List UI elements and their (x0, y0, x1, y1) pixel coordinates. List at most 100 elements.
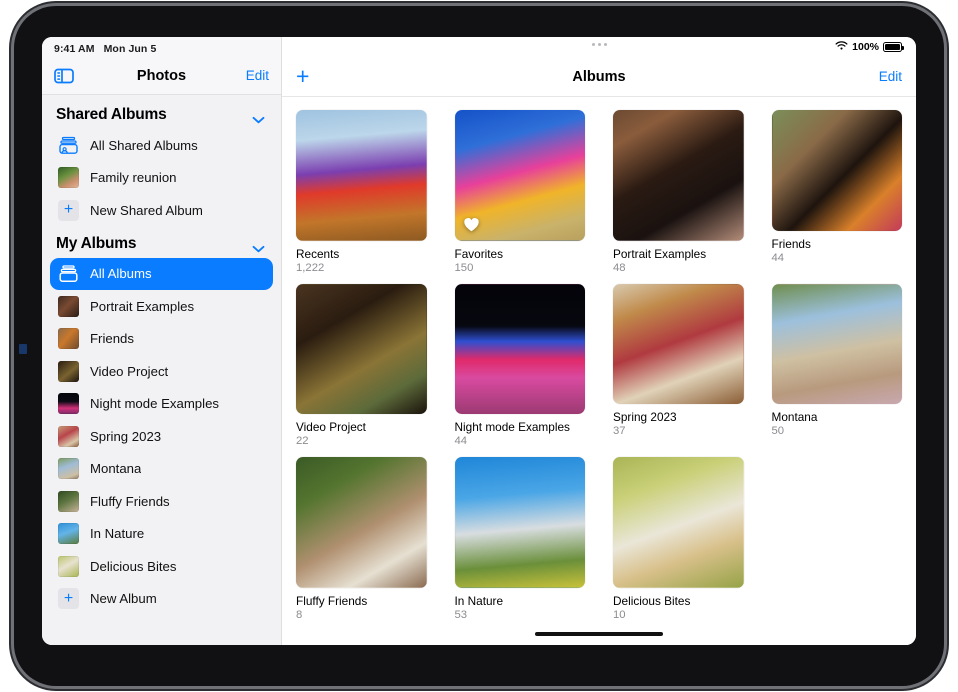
shared-albums-icon (58, 135, 79, 156)
album-thumbnail (58, 393, 79, 414)
album-cover-image[interactable] (455, 284, 586, 415)
album-card-montana[interactable]: Montana 50 (772, 284, 903, 448)
main-navbar: + Albums Edit (282, 57, 916, 97)
sidebar-item-montana[interactable]: Montana (50, 453, 273, 486)
sidebar-section-shared-albums[interactable]: Shared Albums (42, 101, 281, 129)
sidebar-section-my-albums[interactable]: My Albums (42, 230, 281, 258)
album-cover-image[interactable] (455, 457, 586, 588)
album-count: 37 (613, 425, 744, 437)
album-count: 10 (613, 609, 744, 621)
album-thumbnail (58, 556, 79, 577)
album-card-in-nature[interactable]: In Nature 53 (455, 457, 586, 621)
album-count: 22 (296, 435, 427, 447)
album-name: Spring 2023 (613, 410, 744, 424)
album-card-delicious-bites[interactable]: Delicious Bites 10 (613, 457, 744, 621)
plus-icon: + (58, 588, 79, 609)
album-thumbnail (58, 167, 79, 188)
status-time: 9:41 AM (54, 43, 95, 55)
main-title: Albums (282, 69, 916, 85)
section-title: Shared Albums (56, 106, 167, 124)
album-card-portrait-examples[interactable]: Portrait Examples 48 (613, 110, 744, 274)
sidebar-item-night-mode-examples[interactable]: Night mode Examples (50, 388, 273, 421)
album-count: 150 (455, 262, 586, 274)
ipad-screen: 9:41 AM Mon Jun 5 Photos Edit (42, 37, 916, 645)
album-count: 53 (455, 609, 586, 621)
sidebar-item-fluffy-friends[interactable]: Fluffy Friends (50, 485, 273, 518)
sidebar-item-label: Spring 2023 (90, 429, 161, 444)
sidebar-item-label: Delicious Bites (90, 559, 177, 574)
album-card-fluffy-friends[interactable]: Fluffy Friends 8 (296, 457, 427, 621)
sidebar-item-family-reunion[interactable]: Family reunion (50, 162, 273, 195)
sidebar-item-new-shared-album[interactable]: + New Shared Album (50, 194, 273, 227)
sidebar-item-portrait-examples[interactable]: Portrait Examples (50, 290, 273, 323)
album-count: 44 (772, 252, 903, 264)
album-card-night-mode-examples[interactable]: Night mode Examples 44 (455, 284, 586, 448)
album-count: 8 (296, 609, 427, 621)
battery-full-icon (883, 42, 902, 52)
sidebar-item-label: New Shared Album (90, 203, 203, 218)
home-indicator[interactable] (282, 623, 916, 645)
albums-stack-icon (58, 263, 79, 284)
heart-icon (463, 216, 480, 233)
albums-scroll-area[interactable]: Recents 1,222 Favorites 150 (282, 97, 916, 623)
sidebar-item-label: New Album (90, 591, 157, 606)
album-card-favorites[interactable]: Favorites 150 (455, 110, 586, 274)
sidebar-item-label: Night mode Examples (90, 396, 219, 411)
chevron-down-icon[interactable] (252, 240, 265, 248)
album-name: Favorites (455, 247, 586, 261)
sidebar-item-in-nature[interactable]: In Nature (50, 518, 273, 551)
sidebar-item-new-album[interactable]: + New Album (50, 583, 273, 616)
main-status-bar: 100% (282, 37, 916, 57)
sidebar-item-label: Family reunion (90, 170, 177, 185)
album-card-spring-2023[interactable]: Spring 2023 37 (613, 284, 744, 448)
chevron-down-icon[interactable] (252, 111, 265, 119)
sidebar: 9:41 AM Mon Jun 5 Photos Edit (42, 37, 282, 645)
sidebar-toggle-icon[interactable] (54, 68, 74, 84)
album-count: 1,222 (296, 262, 427, 274)
album-name: Video Project (296, 420, 427, 434)
album-name: Fluffy Friends (296, 594, 427, 608)
album-cover-image[interactable] (296, 457, 427, 588)
sidebar-item-spring-2023[interactable]: Spring 2023 (50, 420, 273, 453)
sidebar-body: Shared Albums (42, 95, 281, 645)
album-name: Delicious Bites (613, 594, 744, 608)
album-cover-image[interactable] (296, 110, 427, 241)
album-card-recents[interactable]: Recents 1,222 (296, 110, 427, 274)
album-card-friends[interactable]: Friends 44 (772, 110, 903, 274)
plus-icon: + (58, 200, 79, 221)
album-cover-image[interactable] (772, 284, 903, 405)
album-cover-image[interactable] (613, 110, 744, 241)
album-thumbnail (58, 426, 79, 447)
album-thumbnail (58, 491, 79, 512)
album-thumbnail (58, 458, 79, 479)
album-cover-image[interactable] (613, 284, 744, 405)
bezel-sensor-mark (19, 344, 27, 354)
sidebar-edit-button[interactable]: Edit (246, 68, 269, 83)
album-count: 44 (455, 435, 586, 447)
add-album-button[interactable]: + (296, 65, 309, 88)
sidebar-item-label: All Shared Albums (90, 138, 198, 153)
sidebar-item-delicious-bites[interactable]: Delicious Bites (50, 550, 273, 583)
sidebar-item-label: Fluffy Friends (90, 494, 170, 509)
main-edit-button[interactable]: Edit (879, 69, 902, 84)
sidebar-item-friends[interactable]: Friends (50, 323, 273, 356)
sidebar-item-video-project[interactable]: Video Project (50, 355, 273, 388)
multitasking-handle[interactable] (282, 43, 916, 46)
sidebar-item-label: Friends (90, 331, 134, 346)
album-cover-image[interactable] (455, 110, 586, 241)
album-thumbnail (58, 328, 79, 349)
sidebar-item-all-albums[interactable]: All Albums (50, 258, 273, 291)
sidebar-item-all-shared-albums[interactable]: All Shared Albums (50, 129, 273, 162)
album-cover-image[interactable] (772, 110, 903, 231)
album-thumbnail (58, 523, 79, 544)
album-card-video-project[interactable]: Video Project 22 (296, 284, 427, 448)
album-count: 48 (613, 262, 744, 274)
album-cover-image[interactable] (296, 284, 427, 415)
sidebar-header: Photos Edit (42, 57, 281, 95)
sidebar-item-label: All Albums (90, 266, 152, 281)
album-thumbnail (58, 361, 79, 382)
album-cover-image[interactable] (613, 457, 744, 588)
ipad-device-frame: 9:41 AM Mon Jun 5 Photos Edit (14, 6, 944, 686)
album-name: Portrait Examples (613, 247, 744, 261)
album-name: In Nature (455, 594, 586, 608)
